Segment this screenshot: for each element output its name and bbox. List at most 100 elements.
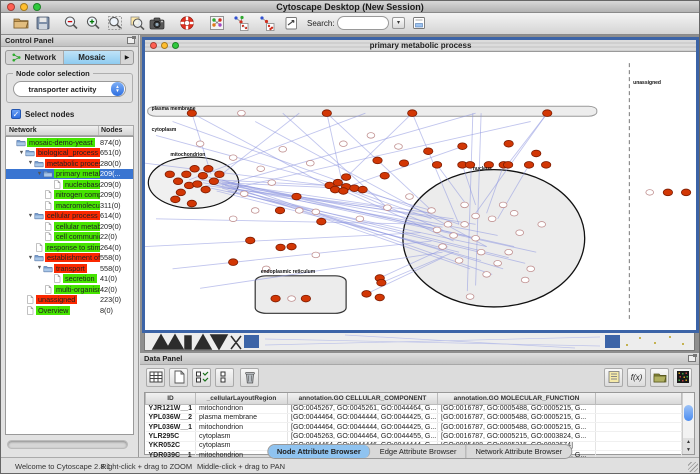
tree-item-nitrogen-compo[interactable]: nitrogen compo209(0) xyxy=(6,190,133,201)
network-node[interactable] xyxy=(165,171,174,178)
table-cell[interactable]: YPL036W__1 xyxy=(146,423,196,432)
column-header-3[interactable]: annotation.GO CELLULAR_COMPONENT xyxy=(288,393,438,404)
node-color-dropdown[interactable]: transporter activity ▲▼ xyxy=(13,81,126,97)
network-node[interactable] xyxy=(171,196,180,203)
expand-arrow-icon[interactable]: ▼ xyxy=(18,150,25,156)
network-node[interactable] xyxy=(193,181,202,188)
table-cell[interactable]: [GO:0045267, GO:0045261, GO:0044464, G..… xyxy=(288,404,438,413)
network-node-outline[interactable] xyxy=(472,235,480,241)
network-node-outline[interactable] xyxy=(494,261,502,267)
resize-grip[interactable] xyxy=(688,462,698,472)
tree-item-secretion[interactable]: secretion41(0) xyxy=(6,274,133,285)
network-node-outline[interactable] xyxy=(257,166,265,172)
network-node[interactable] xyxy=(380,172,389,179)
tree-item-multi-organism-pro[interactable]: multi-organism pro42(0) xyxy=(6,284,133,295)
network-node-outline[interactable] xyxy=(538,222,546,228)
nodes-column-header[interactable]: Nodes xyxy=(99,126,133,135)
table-cell[interactable]: plasma membrane xyxy=(196,413,288,422)
network-node[interactable] xyxy=(504,140,513,147)
tab-network-attribute-browser[interactable]: Network Attribute Browser xyxy=(466,445,571,458)
table-cell[interactable]: [GO:0044464, GO:0044444, GO:0044425, G..… xyxy=(288,423,438,432)
network-node-outline[interactable] xyxy=(461,202,469,208)
network-node-outline[interactable] xyxy=(646,190,654,196)
network-node[interactable] xyxy=(187,200,196,207)
network-node[interactable] xyxy=(317,218,326,225)
network-node-outline[interactable] xyxy=(238,110,246,116)
network-node[interactable] xyxy=(358,186,367,193)
expand-arrow-icon[interactable]: ▼ xyxy=(27,213,34,219)
zoom-out-button[interactable] xyxy=(61,15,81,33)
network-node[interactable] xyxy=(333,179,342,186)
network-snapshot-button[interactable] xyxy=(147,15,167,33)
matrix-view-button[interactable] xyxy=(673,368,692,387)
table-cell[interactable]: YLR295C xyxy=(146,432,196,441)
network-node-outline[interactable] xyxy=(306,160,314,166)
network-node[interactable] xyxy=(276,244,285,251)
network-node[interactable] xyxy=(543,110,552,117)
network-node-outline[interactable] xyxy=(505,249,513,255)
table-row[interactable]: YJR121W__1mitochondrion[GO:0045267, GO:0… xyxy=(146,404,682,413)
network-node-outline[interactable] xyxy=(312,209,320,215)
network-node[interactable] xyxy=(681,189,690,196)
table-cell[interactable]: mitochondrion xyxy=(196,423,288,432)
network-node-outline[interactable] xyxy=(444,222,452,228)
network-node[interactable] xyxy=(375,294,384,301)
column-header-1[interactable]: ID xyxy=(146,393,196,404)
import-attributes-button[interactable] xyxy=(650,368,669,387)
table-cell[interactable]: [GO:0044464, GO:0044444, GO:0044425, G..… xyxy=(288,413,438,422)
network-node-outline[interactable] xyxy=(229,155,237,161)
table-cell[interactable]: mitochondrion xyxy=(196,404,288,413)
table-vertical-scrollbar[interactable]: ▲▼ xyxy=(682,393,694,454)
network-node[interactable] xyxy=(362,291,371,298)
network-node-outline[interactable] xyxy=(268,180,276,186)
network-node-outline[interactable] xyxy=(472,213,480,219)
zoom-fit-button[interactable] xyxy=(105,15,125,33)
select-nodes-checkbox[interactable]: ✓ xyxy=(11,109,21,119)
tree-item-establishment-of-lo[interactable]: ▼establishment of lo558(0) xyxy=(6,253,133,264)
tree-item-overview[interactable]: Overview8(0) xyxy=(6,305,133,316)
table-cell[interactable]: [GO:0045263, GO:0044464, GO:0044455, G..… xyxy=(288,432,438,441)
network-node-outline[interactable] xyxy=(499,202,507,208)
network-node[interactable] xyxy=(341,174,350,181)
network-node-outline[interactable] xyxy=(433,227,441,233)
network-node-outline[interactable] xyxy=(521,277,529,283)
network-node-outline[interactable] xyxy=(367,133,375,139)
network-node-outline[interactable] xyxy=(340,141,348,147)
network-node[interactable] xyxy=(458,143,467,150)
tree-item-mosaic-demo-yeast[interactable]: mosaic-demo-yeast874(0) xyxy=(6,137,133,148)
network-node-outline[interactable] xyxy=(196,141,204,147)
network-node[interactable] xyxy=(176,189,185,196)
network-node[interactable] xyxy=(532,150,541,157)
select-attributes-button[interactable] xyxy=(192,368,211,387)
network-node[interactable] xyxy=(350,185,359,192)
tab-network[interactable]: Network xyxy=(6,51,64,64)
network-node[interactable] xyxy=(271,295,280,302)
scrollbar-arrows[interactable]: ▲▼ xyxy=(683,438,694,454)
network-node-outline[interactable] xyxy=(384,205,392,211)
network-node[interactable] xyxy=(173,178,182,185)
scrollbar-thumb[interactable] xyxy=(684,405,693,421)
import-network-button[interactable] xyxy=(281,15,301,33)
network-node-outline[interactable] xyxy=(312,252,320,258)
delete-attribute-button[interactable] xyxy=(240,368,259,387)
tree-item-metabolic-process[interactable]: ▼metabolic process280(0) xyxy=(6,158,133,169)
network-node[interactable] xyxy=(408,110,417,117)
network-node[interactable] xyxy=(275,207,284,214)
network-node-outline[interactable] xyxy=(395,144,403,150)
network-node-outline[interactable] xyxy=(527,266,535,272)
table-cell[interactable]: [GO:0016787, GO:0005488, GO:0005215, G..… xyxy=(438,404,596,413)
network-node[interactable] xyxy=(432,162,441,169)
tree-item-nucleobase-[interactable]: nucleobase-209(0) xyxy=(6,179,133,190)
column-header-4[interactable]: annotation.GO MOLECULAR_FUNCTION xyxy=(438,393,596,404)
network-node-outline[interactable] xyxy=(461,222,469,228)
network-node-outline[interactable] xyxy=(240,191,248,197)
tree-item-primary-metabo[interactable]: ▼primary metabo209(... xyxy=(6,169,133,180)
tab-overflow-arrow[interactable]: ▶ xyxy=(121,51,133,64)
table-cell[interactable]: [GO:0016787, GO:0005488, GO:0005215, G..… xyxy=(438,423,596,432)
network-node[interactable] xyxy=(424,148,433,155)
network-node-outline[interactable] xyxy=(483,272,491,278)
network-node[interactable] xyxy=(330,186,339,193)
tab-node-attribute-browser[interactable]: Node Attribute Browser xyxy=(268,445,371,458)
save-session-button[interactable] xyxy=(33,15,53,33)
network-node[interactable] xyxy=(201,186,210,193)
